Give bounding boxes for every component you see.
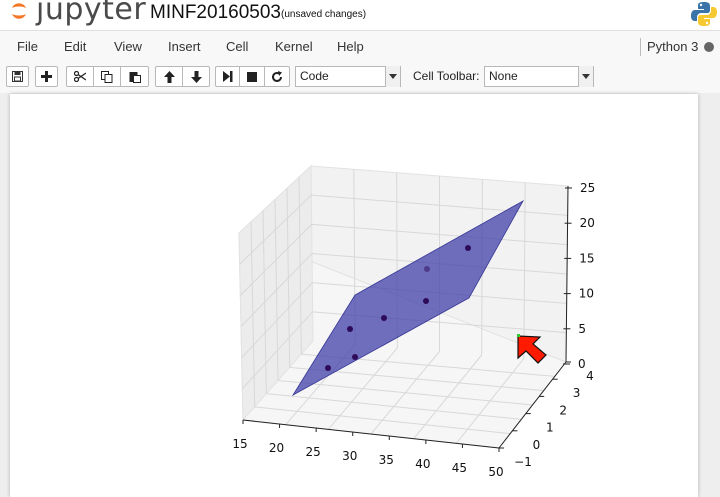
x-tick-label: 30: [342, 449, 357, 463]
x-tick-label: 40: [415, 457, 430, 471]
x-tick-label: 20: [269, 441, 284, 455]
cell-toolbar-value: None: [489, 69, 518, 83]
plus-icon: [41, 71, 52, 82]
header: jupyter MINF20160503 (unsaved changes): [0, 0, 720, 30]
interrupt-kernel-button[interactable]: [239, 66, 265, 87]
x-tick-label: 35: [379, 453, 394, 467]
z-tick-label: 20: [580, 216, 595, 230]
y-tick-label: 2: [559, 403, 567, 417]
insert-cell-button[interactable]: [35, 66, 58, 87]
x-tick-label: 25: [306, 445, 321, 459]
stop-icon: [247, 71, 257, 82]
menu-help[interactable]: Help: [337, 39, 364, 54]
run-cell-button[interactable]: [215, 66, 240, 87]
cell-toolbar-label: Cell Toolbar:: [413, 69, 480, 83]
paste-icon: [129, 71, 141, 83]
notebook-page: 15 20 25 30 35 40 45 50 −1 0 1 2 3 4 0 5 10 15 20 25: [10, 94, 698, 497]
cut-button[interactable]: [66, 66, 94, 87]
save-button[interactable]: [6, 66, 29, 87]
arrow-down-icon: [190, 70, 202, 83]
save-status: (unsaved changes): [281, 9, 367, 20]
z-tick-label: 0: [578, 357, 586, 371]
move-up-button[interactable]: [155, 66, 183, 87]
cell-type-value: Code: [300, 69, 329, 83]
y-tick-label: 1: [546, 421, 554, 435]
data-point: [381, 315, 387, 321]
3d-scatter-plot[interactable]: 15 20 25 30 35 40 45 50 −101234 0510152025: [10, 94, 698, 497]
data-point: [423, 298, 429, 304]
arrow-up-icon: [163, 70, 175, 83]
menu-edit[interactable]: Edit: [64, 39, 86, 54]
restart-kernel-button[interactable]: [264, 66, 290, 87]
paste-button[interactable]: [120, 66, 149, 87]
menu-cell[interactable]: Cell: [226, 39, 248, 54]
y-tick-label: 4: [586, 369, 594, 383]
restart-icon: [272, 70, 282, 82]
data-point: [352, 354, 358, 360]
x-tick-label: 45: [452, 461, 467, 475]
kernel-status-indicator: [704, 42, 714, 52]
data-point: [347, 326, 353, 332]
python-logo-icon: [691, 2, 717, 26]
x-tick-label: 50: [488, 465, 503, 479]
menu-kernel[interactable]: Kernel: [275, 39, 313, 54]
toolbar: Code None: [0, 63, 720, 93]
notebook-name[interactable]: MINF20160503: [150, 2, 281, 24]
cut-icon: [74, 71, 86, 82]
menubar-divider: [640, 38, 641, 56]
notebook-area[interactable]: 15 20 25 30 35 40 45 50 −1 0 1 2 3 4 0 5 10 15 20 25: [0, 94, 720, 497]
y-tick-label: −1: [514, 455, 532, 469]
jupyter-orbit-icon: [12, 3, 26, 19]
menu-insert[interactable]: Insert: [168, 39, 201, 54]
save-icon: [12, 71, 23, 82]
menu-view[interactable]: View: [114, 39, 142, 54]
cell-type-select[interactable]: Code: [295, 66, 401, 87]
menu-file[interactable]: File: [17, 39, 38, 54]
data-point: [424, 266, 430, 272]
data-point: [325, 365, 331, 371]
cursor-hotspot: [517, 334, 520, 337]
z-tick-label: 15: [579, 251, 594, 265]
y-tick-label: 0: [533, 438, 541, 452]
chevron-down-icon: [578, 66, 593, 87]
z-tick-label: 5: [578, 322, 586, 336]
menubar: File Edit View Insert Cell Kernel Help P…: [0, 30, 720, 64]
copy-icon: [101, 70, 113, 83]
logo-text: jupyter: [36, 0, 147, 27]
data-point: [465, 245, 471, 251]
x-tick-label: 15: [232, 437, 247, 451]
kernel-name: Python 3: [647, 39, 699, 54]
cell-toolbar-select[interactable]: None: [484, 66, 594, 87]
move-down-button[interactable]: [182, 66, 210, 87]
y-tick-label: 3: [573, 386, 581, 400]
chevron-down-icon: [385, 66, 400, 87]
z-tick-label: 10: [579, 287, 594, 301]
step-forward-icon: [222, 71, 232, 82]
z-tick-label: 25: [580, 181, 595, 195]
copy-button[interactable]: [93, 66, 121, 87]
